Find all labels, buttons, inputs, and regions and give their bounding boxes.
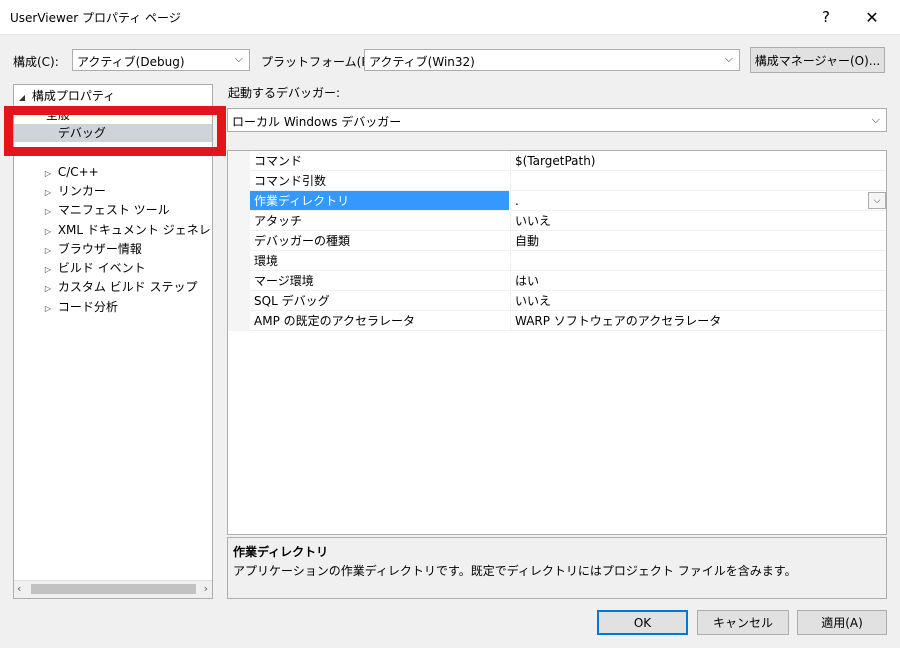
- chevron-down-icon: ⌵: [234, 52, 243, 65]
- property-value[interactable]: いいえ: [510, 291, 886, 311]
- collapsed-triangle-icon[interactable]: ▷: [42, 261, 54, 279]
- property-grid: コマンド $(TargetPath) コマンド引数 作業ディレクトリ . ⌵ ア…: [227, 150, 887, 535]
- tree-item-label: ブラウザー情報: [57, 242, 142, 256]
- property-value[interactable]: .: [510, 191, 886, 211]
- platform-select[interactable]: アクティブ(Win32) ⌵: [364, 49, 740, 71]
- help-button[interactable]: ?: [804, 0, 848, 34]
- platform-value: アクティブ(Win32): [369, 55, 475, 69]
- tree-root-label: 構成プロパティ: [31, 89, 116, 103]
- property-name: アタッチ: [250, 211, 509, 231]
- tree-item-label: ビルド イベント: [57, 261, 146, 275]
- debugger-select[interactable]: ローカル Windows デバッガー ⌵: [227, 108, 887, 132]
- tree-item-label: XML ドキュメント ジェネレーター: [57, 223, 212, 237]
- property-name: マージ環境: [250, 271, 509, 291]
- property-row-merge-env[interactable]: マージ環境 はい: [228, 271, 886, 291]
- property-row-command[interactable]: コマンド $(TargetPath): [228, 151, 886, 171]
- platform-label: プラットフォーム(P):: [261, 55, 378, 69]
- property-value[interactable]: [510, 171, 886, 191]
- tree-item-custom-build[interactable]: ▷ カスタム ビルド ステップ: [42, 278, 198, 298]
- tree-item-build-events[interactable]: ▷ ビルド イベント: [42, 259, 146, 277]
- cancel-button[interactable]: キャンセル: [697, 610, 789, 635]
- description-title: 作業ディレクトリ: [233, 545, 329, 559]
- apply-button[interactable]: 適用(A): [797, 610, 887, 635]
- scroll-left-icon[interactable]: ‹: [17, 582, 21, 595]
- expanded-triangle-icon[interactable]: ◢: [16, 89, 28, 107]
- collapsed-triangle-icon[interactable]: ▷: [42, 280, 54, 298]
- description-panel: 作業ディレクトリ アプリケーションの作業ディレクトリです。既定でディレクトリには…: [227, 537, 887, 599]
- property-row-sql-debug[interactable]: SQL デバッグ いいえ: [228, 291, 886, 311]
- property-name: 作業ディレクトリ: [250, 191, 509, 211]
- config-label: 構成(C):: [13, 55, 59, 69]
- property-value[interactable]: はい: [510, 271, 886, 291]
- chevron-down-icon[interactable]: ⌵: [868, 192, 886, 209]
- property-row-debugger-type[interactable]: デバッガーの種類 自動: [228, 231, 886, 251]
- close-button[interactable]: ✕: [850, 0, 894, 34]
- property-name: コマンド引数: [250, 171, 509, 191]
- collapsed-triangle-icon[interactable]: ▷: [42, 203, 54, 221]
- tree-item-xmldoc[interactable]: ▷ XML ドキュメント ジェネレーター: [42, 221, 212, 241]
- config-manager-button[interactable]: 構成マネージャー(O)...: [750, 47, 885, 73]
- property-row-amp-accelerator[interactable]: AMP の既定のアクセラレータ WARP ソフトウェアのアクセラレータ: [228, 311, 886, 331]
- config-select[interactable]: アクティブ(Debug) ⌵: [72, 49, 250, 71]
- highlight-box: [4, 106, 226, 156]
- ok-button[interactable]: OK: [597, 610, 688, 635]
- collapsed-triangle-icon[interactable]: ▷: [42, 242, 54, 260]
- tree-item-label: C/C++: [57, 165, 99, 179]
- tree-item-cpp[interactable]: ▷ C/C++: [42, 163, 99, 181]
- property-row-command-args[interactable]: コマンド引数: [228, 171, 886, 191]
- property-value[interactable]: 自動: [510, 231, 886, 251]
- property-name: AMP の既定のアクセラレータ: [250, 311, 509, 331]
- property-row-attach[interactable]: アタッチ いいえ: [228, 211, 886, 231]
- debugger-label: 起動するデバッガー:: [228, 86, 341, 100]
- horizontal-scrollbar[interactable]: ‹ ›: [14, 580, 212, 598]
- collapsed-triangle-icon[interactable]: ▷: [42, 165, 54, 183]
- collapsed-triangle-icon[interactable]: ▷: [42, 223, 54, 241]
- title-bar: UserViewer プロパティ ページ ? ✕: [0, 0, 900, 35]
- property-row-environment[interactable]: 環境: [228, 251, 886, 271]
- window-title: UserViewer プロパティ ページ: [10, 11, 181, 25]
- property-tree[interactable]: ◢ 構成プロパティ 全般 デバッグ ▷ C/C++ ▷ リンカー ▷ マニフェス…: [13, 84, 213, 599]
- tree-item-label: リンカー: [57, 184, 106, 198]
- tree-item-linker[interactable]: ▷ リンカー: [42, 182, 106, 200]
- tree-root[interactable]: ◢ 構成プロパティ: [16, 87, 115, 105]
- scroll-right-icon[interactable]: ›: [204, 582, 208, 595]
- property-value[interactable]: $(TargetPath): [510, 151, 886, 171]
- tree-item-browse[interactable]: ▷ ブラウザー情報: [42, 240, 142, 258]
- tree-item-manifest[interactable]: ▷ マニフェスト ツール: [42, 201, 170, 219]
- config-value: アクティブ(Debug): [77, 55, 185, 69]
- tree-item-code-analysis[interactable]: ▷ コード分析: [42, 298, 118, 316]
- tree-item-label: マニフェスト ツール: [57, 203, 170, 217]
- debugger-value: ローカル Windows デバッガー: [232, 115, 402, 129]
- property-value[interactable]: いいえ: [510, 211, 886, 231]
- collapsed-triangle-icon[interactable]: ▷: [42, 184, 54, 202]
- chevron-down-icon: ⌵: [871, 113, 880, 126]
- tree-item-label: カスタム ビルド ステップ: [57, 280, 198, 294]
- property-name: コマンド: [250, 151, 509, 171]
- property-value[interactable]: WARP ソフトウェアのアクセラレータ: [510, 311, 886, 331]
- scrollbar-thumb[interactable]: [31, 584, 196, 594]
- property-row-working-dir[interactable]: 作業ディレクトリ . ⌵: [228, 191, 886, 211]
- tree-item-label: コード分析: [57, 300, 118, 314]
- property-name: SQL デバッグ: [250, 291, 509, 311]
- property-value[interactable]: [510, 251, 886, 271]
- property-name: デバッガーの種類: [250, 231, 509, 251]
- description-text: アプリケーションの作業ディレクトリです。既定でディレクトリにはプロジェクト ファ…: [233, 564, 797, 578]
- collapsed-triangle-icon[interactable]: ▷: [42, 300, 54, 318]
- property-name: 環境: [250, 251, 509, 271]
- chevron-down-icon: ⌵: [724, 52, 733, 65]
